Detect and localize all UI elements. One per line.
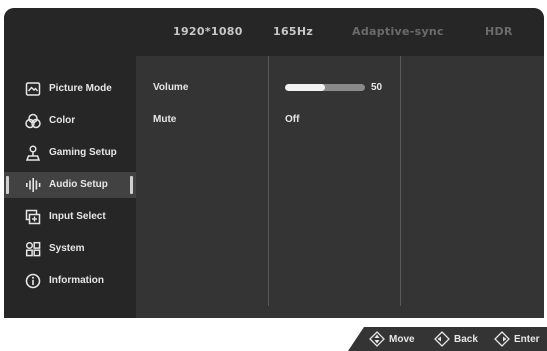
status-header: 1920*1080 165Hz Adaptive-sync HDR xyxy=(136,8,544,56)
menu-label-input-select: Input Select xyxy=(49,211,106,222)
input-select-icon xyxy=(25,209,41,225)
osd-menu: Picture Mode Color Gaming Setup Audio Se… xyxy=(4,8,544,318)
menu-item-audio-setup[interactable]: Audio Setup xyxy=(4,172,136,198)
menu-item-input-select[interactable]: Input Select xyxy=(4,204,136,230)
volume-label[interactable]: Volume xyxy=(153,81,188,95)
selection-bracket-right xyxy=(130,176,133,194)
menu-label-color: Color xyxy=(49,115,76,126)
information-icon xyxy=(25,273,41,289)
volume-slider-fill xyxy=(285,84,325,91)
menu-label-information: Information xyxy=(49,275,104,286)
menu-label-gaming-setup: Gaming Setup xyxy=(49,147,117,158)
enter-label: Enter xyxy=(514,333,540,345)
back-hint: Back xyxy=(434,327,478,351)
move-hint: Move xyxy=(369,327,415,351)
adaptive-sync-indicator: Adaptive-sync xyxy=(352,25,444,38)
menu-label-picture-mode: Picture Mode xyxy=(49,83,112,94)
menu-item-gaming-setup[interactable]: Gaming Setup xyxy=(4,140,136,166)
enter-icon xyxy=(494,331,510,347)
move-label: Move xyxy=(389,333,415,345)
volume-slider[interactable] xyxy=(285,84,365,91)
sidebar: Picture Mode Color Gaming Setup Audio Se… xyxy=(4,8,136,318)
mute-value[interactable]: Off xyxy=(285,113,299,127)
refresh-rate-indicator: 165Hz xyxy=(273,25,314,38)
menu-item-information[interactable]: Information xyxy=(4,268,136,294)
enter-hint: Enter xyxy=(494,327,540,351)
resolution-indicator: 1920*1080 xyxy=(173,25,243,38)
system-icon xyxy=(25,241,41,257)
column-divider-right xyxy=(400,56,401,306)
gaming-setup-icon xyxy=(25,145,41,161)
menu-item-system[interactable]: System xyxy=(4,236,136,262)
picture-mode-icon xyxy=(25,81,41,97)
menu-item-picture-mode[interactable]: Picture Mode xyxy=(4,76,136,102)
navigation-hint-bar: Move Back Enter xyxy=(348,327,547,351)
column-divider-left xyxy=(268,56,269,306)
menu-label-audio-setup: Audio Setup xyxy=(49,179,108,190)
move-icon xyxy=(369,331,385,347)
back-icon xyxy=(434,331,450,347)
volume-value: 50 xyxy=(371,82,383,93)
back-label: Back xyxy=(454,333,478,345)
selection-bracket-left xyxy=(6,176,9,194)
color-icon xyxy=(25,113,41,129)
menu-item-color[interactable]: Color xyxy=(4,108,136,134)
mute-label[interactable]: Mute xyxy=(153,113,176,127)
audio-setup-icon xyxy=(25,177,41,193)
menu-label-system: System xyxy=(49,243,85,254)
hdr-indicator: HDR xyxy=(485,25,513,38)
